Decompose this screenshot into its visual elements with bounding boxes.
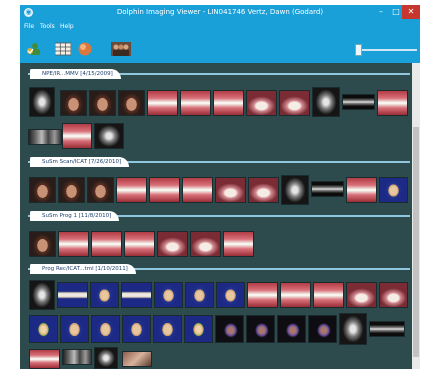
image-thumbnail[interactable]: [216, 282, 245, 308]
image-thumbnail[interactable]: [311, 181, 344, 197]
image-thumbnail[interactable]: [157, 231, 188, 257]
image-thumbnail[interactable]: [29, 87, 55, 117]
image-thumbnail[interactable]: [29, 177, 56, 203]
image-thumbnail[interactable]: [57, 282, 88, 308]
image-thumbnail[interactable]: [280, 282, 311, 308]
section-label: Prog Rec/ICAT...tml [1/10/2011]: [30, 264, 136, 274]
image-thumbnail[interactable]: [346, 282, 377, 308]
app-window: ◉ Dolphin Imaging Viewer - LIN041746 Ver…: [20, 5, 420, 369]
image-thumbnail[interactable]: [184, 315, 213, 343]
image-thumbnail[interactable]: [281, 175, 309, 205]
image-thumbnail[interactable]: [121, 282, 152, 308]
image-thumbnail[interactable]: [94, 347, 118, 369]
image-thumbnail[interactable]: [190, 231, 221, 257]
menu-tools[interactable]: Tools: [40, 23, 55, 30]
section-label: SuSm Scan/ICAT [7/26/2010]: [30, 157, 130, 167]
menu-help[interactable]: Help: [60, 23, 74, 30]
minimize-button[interactable]: –: [374, 5, 388, 19]
image-thumbnail[interactable]: [215, 177, 246, 203]
zoom-slider-thumb[interactable]: [355, 44, 362, 56]
image-thumbnail[interactable]: [215, 315, 244, 343]
image-thumbnail[interactable]: [116, 177, 147, 203]
image-thumbnail[interactable]: [342, 94, 375, 110]
image-thumbnail[interactable]: [154, 282, 183, 308]
image-thumbnail[interactable]: [62, 349, 92, 365]
image-thumbnail[interactable]: [60, 90, 87, 116]
image-thumbnail[interactable]: [29, 280, 55, 310]
image-thumbnail[interactable]: [313, 282, 344, 308]
image-thumbnail[interactable]: [29, 349, 60, 369]
image-thumbnail[interactable]: [248, 177, 279, 203]
image-thumbnail[interactable]: [90, 282, 119, 308]
image-thumbnail[interactable]: [247, 282, 278, 308]
image-thumbnail[interactable]: [58, 177, 85, 203]
image-gallery: NPE/IR...MMV [4/15/2009] SuSm Scan/ICAT …: [20, 63, 412, 369]
image-thumbnail[interactable]: [185, 282, 214, 308]
vertical-scrollbar[interactable]: [412, 63, 420, 369]
image-thumbnail[interactable]: [213, 90, 244, 116]
image-thumbnail[interactable]: [277, 315, 306, 343]
image-thumbnail[interactable]: [182, 177, 213, 203]
image-thumbnail[interactable]: [149, 177, 180, 203]
image-thumbnail[interactable]: [147, 90, 178, 116]
section-label: SuSm Prog 1 [11/8/2010]: [30, 211, 120, 221]
image-thumbnail[interactable]: [29, 231, 56, 257]
image-thumbnail[interactable]: [346, 177, 377, 203]
title-bar: ◉ Dolphin Imaging Viewer - LIN041746 Ver…: [20, 5, 420, 21]
image-thumbnail[interactable]: [379, 177, 408, 203]
image-thumbnail[interactable]: [91, 315, 120, 343]
image-thumbnail[interactable]: [62, 123, 92, 149]
close-button[interactable]: ✕: [402, 5, 420, 19]
patient-icon[interactable]: [26, 42, 42, 56]
people-icon[interactable]: [111, 42, 131, 56]
image-thumbnail[interactable]: [279, 90, 310, 116]
layout-grid-icon[interactable]: [55, 42, 71, 56]
image-thumbnail[interactable]: [180, 90, 211, 116]
section-header[interactable]: SuSm Prog 1 [11/8/2010]: [28, 211, 410, 221]
image-thumbnail[interactable]: [223, 231, 254, 257]
image-thumbnail[interactable]: [87, 177, 114, 203]
image-thumbnail[interactable]: [91, 231, 122, 257]
image-thumbnail[interactable]: [246, 315, 275, 343]
scrollbar-thumb[interactable]: [413, 127, 419, 357]
image-thumbnail[interactable]: [94, 123, 124, 149]
image-thumbnail[interactable]: [312, 87, 340, 117]
image-thumbnail[interactable]: [118, 90, 145, 116]
image-thumbnail[interactable]: [377, 90, 408, 116]
section-header[interactable]: NPE/IR...MMV [4/15/2009]: [28, 69, 410, 79]
zoom-slider-track[interactable]: [361, 49, 417, 51]
globe-icon[interactable]: [78, 42, 92, 56]
image-thumbnail[interactable]: [29, 315, 58, 343]
window-title: Dolphin Imaging Viewer - LIN041746 Vertz…: [116, 8, 324, 16]
image-thumbnail[interactable]: [122, 351, 152, 367]
image-thumbnail[interactable]: [58, 231, 89, 257]
maximize-button[interactable]: □: [390, 5, 402, 19]
image-thumbnail[interactable]: [379, 282, 408, 308]
image-thumbnail[interactable]: [153, 315, 182, 343]
menu-file[interactable]: File: [24, 23, 34, 30]
menu-bar: File Tools Help: [20, 21, 420, 33]
image-thumbnail[interactable]: [122, 315, 151, 343]
image-thumbnail[interactable]: [28, 129, 62, 145]
image-thumbnail[interactable]: [124, 231, 155, 257]
image-thumbnail[interactable]: [308, 315, 337, 343]
image-thumbnail[interactable]: [369, 321, 405, 337]
toolbar: [20, 33, 420, 63]
image-thumbnail[interactable]: [339, 313, 367, 345]
section-header[interactable]: Prog Rec/ICAT...tml [1/10/2011]: [28, 264, 410, 274]
image-thumbnail[interactable]: [89, 90, 116, 116]
section-label: NPE/IR...MMV [4/15/2009]: [30, 69, 121, 79]
section-header[interactable]: SuSm Scan/ICAT [7/26/2010]: [28, 157, 410, 167]
image-thumbnail[interactable]: [60, 315, 89, 343]
image-thumbnail[interactable]: [246, 90, 277, 116]
